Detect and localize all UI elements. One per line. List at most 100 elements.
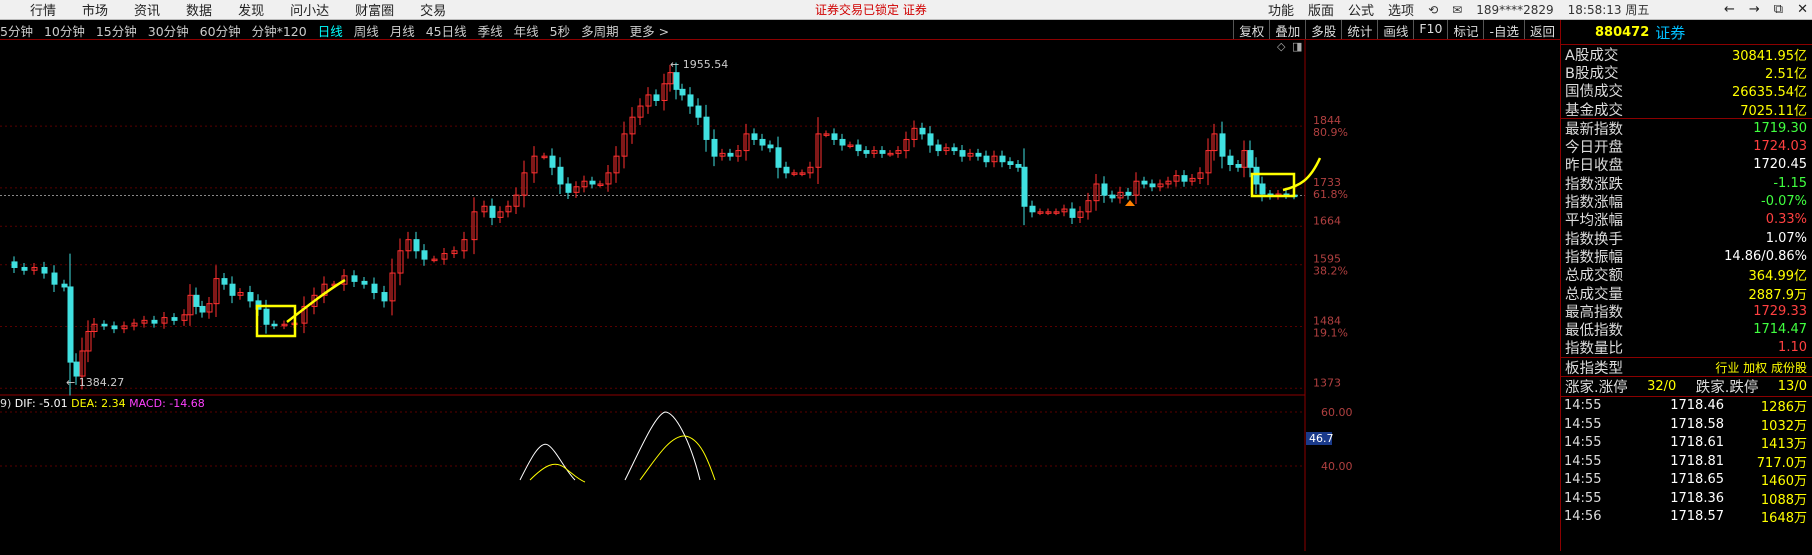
candle xyxy=(67,253,74,396)
candle xyxy=(1197,167,1204,184)
restore-icon[interactable]: ⧉ xyxy=(1774,2,1783,17)
menu-item-0[interactable]: 行情 xyxy=(30,0,56,19)
tick-row: 14:55 1718.81 717.0万 xyxy=(1561,452,1812,471)
candle xyxy=(531,146,538,183)
menu-item-1[interactable]: 市场 xyxy=(82,0,108,19)
candle xyxy=(481,200,488,218)
tool-button-7[interactable]: -自选 xyxy=(1483,20,1524,39)
menu-item-3[interactable]: 数据 xyxy=(186,0,212,19)
candle xyxy=(743,123,750,161)
stat-row: 指数振幅 14.86/0.86% xyxy=(1561,247,1812,266)
period-tab-14[interactable]: 更多 > xyxy=(630,21,669,40)
tool-button-2[interactable]: 多股 xyxy=(1305,20,1341,39)
diamond-icon[interactable]: ◇ xyxy=(1277,40,1286,53)
candle xyxy=(1211,123,1218,161)
candle xyxy=(679,83,686,101)
tool-button-4[interactable]: 画线 xyxy=(1377,20,1413,39)
candle xyxy=(919,122,926,140)
period-tab-13[interactable]: 多周期 xyxy=(581,21,619,40)
period-tab-2[interactable]: 15分钟 xyxy=(96,21,137,40)
candle xyxy=(597,180,604,188)
candle xyxy=(1283,190,1290,199)
menu-item-4[interactable]: 发现 xyxy=(238,0,264,19)
candle xyxy=(687,87,694,114)
stat-label: 指数量比 xyxy=(1565,341,1623,358)
period-tab-5[interactable]: 分钟*120 xyxy=(252,21,307,40)
candle xyxy=(815,117,822,184)
stat-value: 1.07% xyxy=(1765,230,1807,246)
period-tab-12[interactable]: 5秒 xyxy=(550,21,570,40)
top-right-item-3[interactable]: 选项 xyxy=(1388,0,1414,19)
tick-row: 14:55 1718.61 1413万 xyxy=(1561,434,1812,452)
period-tab-8[interactable]: 月线 xyxy=(390,21,415,40)
candle xyxy=(911,120,918,148)
candlestick-series xyxy=(11,62,1298,396)
candle xyxy=(281,320,288,330)
candle xyxy=(695,98,702,125)
candle xyxy=(361,276,368,289)
stat-value: 2887.9万 xyxy=(1748,287,1808,303)
period-tab-4[interactable]: 60分钟 xyxy=(200,21,241,40)
refresh-icon[interactable]: ⟲ xyxy=(1428,3,1438,17)
tick-price: 1718.46 xyxy=(1670,398,1724,414)
menu-item-5[interactable]: 问小达 xyxy=(290,0,329,19)
candle xyxy=(823,130,830,138)
candle xyxy=(1259,176,1266,202)
candle xyxy=(661,73,668,111)
account-label[interactable]: 189****2829 xyxy=(1476,3,1553,17)
tool-button-3[interactable]: 统计 xyxy=(1341,20,1377,39)
stat-value: 2.51亿 xyxy=(1765,66,1807,82)
period-tab-10[interactable]: 季线 xyxy=(478,21,503,40)
message-icon[interactable]: ✉ xyxy=(1452,3,1462,17)
stat-value: -1.15 xyxy=(1773,175,1807,191)
kline-chart-area[interactable]: 1844 80.9% 1733 61.8% 1664 1595 38.2% 1484 19.1%… xyxy=(0,40,1560,551)
kline-chart[interactable]: 184480.9%173361.8%1664159538.2%148419.1%… xyxy=(0,40,1560,551)
panel-toggle-icon[interactable]: ◨ xyxy=(1292,40,1302,53)
top-right-item-1[interactable]: 版面 xyxy=(1308,0,1334,19)
candle xyxy=(541,152,548,160)
back-icon[interactable]: ← xyxy=(1724,2,1735,17)
tick-time: 14:55 xyxy=(1564,490,1602,506)
period-tab-0[interactable]: 5分钟 xyxy=(0,21,33,40)
top-right-item-2[interactable]: 公式 xyxy=(1348,0,1374,19)
period-tab-3[interactable]: 30分钟 xyxy=(148,21,189,40)
candle xyxy=(61,279,68,292)
stat-value: 1729.33 xyxy=(1753,303,1807,319)
menu-item-2[interactable]: 资讯 xyxy=(134,0,160,19)
stat-row: 指数量比 1.10 xyxy=(1561,339,1812,357)
candle xyxy=(703,104,710,152)
candle xyxy=(1101,176,1108,203)
candle xyxy=(1235,160,1242,172)
top-right-item-0[interactable]: 功能 xyxy=(1268,0,1294,19)
menu-item-6[interactable]: 财富圈 xyxy=(355,0,394,19)
candle xyxy=(171,313,178,325)
candle xyxy=(1181,170,1188,187)
tool-button-6[interactable]: 标记 xyxy=(1447,20,1483,39)
candle xyxy=(983,150,990,168)
forward-icon[interactable]: → xyxy=(1749,2,1760,17)
period-tab-7[interactable]: 周线 xyxy=(354,21,379,40)
period-tab-6[interactable]: 日线 xyxy=(318,21,343,40)
candle xyxy=(421,244,428,266)
stat-value: 30841.95亿 xyxy=(1731,48,1807,64)
period-tab-11[interactable]: 年线 xyxy=(514,21,539,40)
tool-button-8[interactable]: 返回 xyxy=(1523,20,1560,39)
menu-item-7[interactable]: 交易 xyxy=(420,0,446,19)
stat-value: 0.33% xyxy=(1765,212,1807,228)
tick-time: 14:55 xyxy=(1564,472,1602,488)
candle xyxy=(371,277,378,300)
tool-button-0[interactable]: 复权 xyxy=(1233,20,1269,39)
candle xyxy=(1061,204,1068,217)
tool-button-5[interactable]: F10 xyxy=(1413,20,1447,39)
tick-row: 14:55 1718.58 1032万 xyxy=(1561,415,1812,434)
stat-row: 今日开盘 1724.03 xyxy=(1561,137,1812,156)
candle xyxy=(441,247,448,265)
period-tab-1[interactable]: 10分钟 xyxy=(44,21,85,40)
candle xyxy=(141,315,148,328)
tick-price: 1718.58 xyxy=(1670,416,1724,432)
tool-button-1[interactable]: 叠加 xyxy=(1269,20,1305,39)
stat-row: 最低指数 1714.47 xyxy=(1561,320,1812,339)
candle xyxy=(1219,121,1226,169)
period-tab-9[interactable]: 45日线 xyxy=(426,21,467,40)
close-icon[interactable]: ✕ xyxy=(1797,2,1808,17)
